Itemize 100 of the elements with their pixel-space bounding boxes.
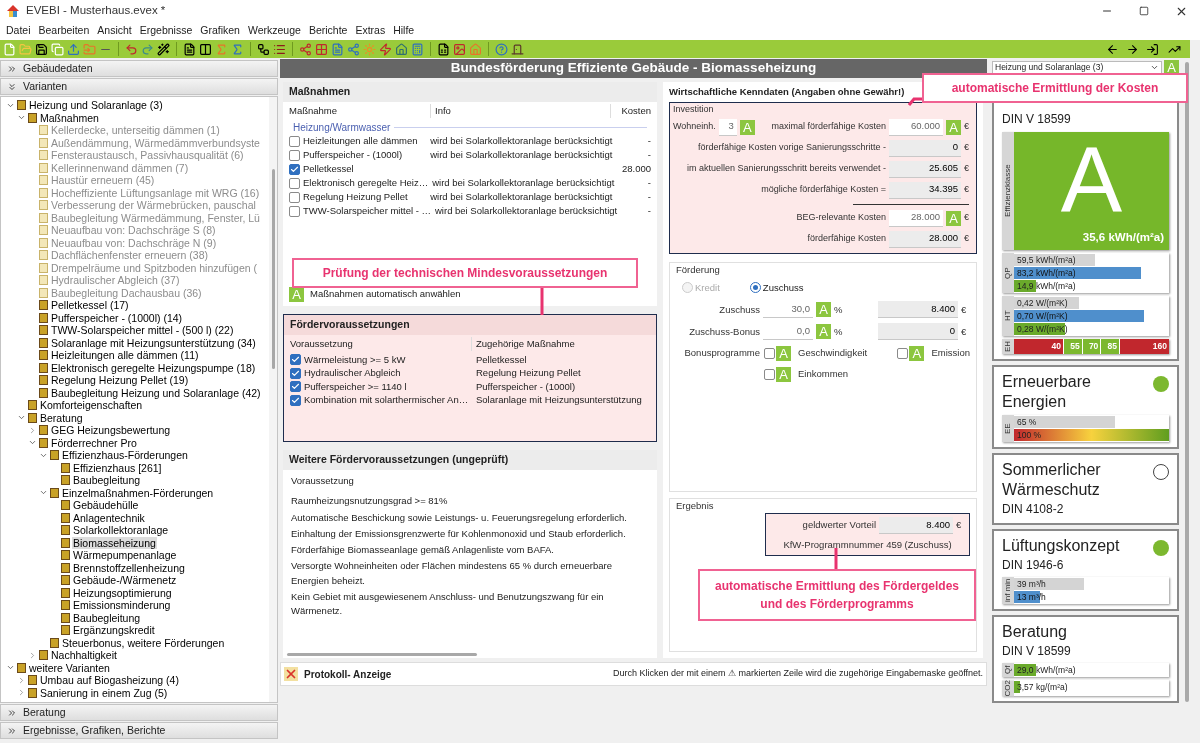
calculator-icon[interactable] xyxy=(411,42,424,56)
sigma-icon[interactable] xyxy=(231,42,244,56)
value-field[interactable]: 8.400 xyxy=(878,301,958,319)
checkbox[interactable] xyxy=(289,191,300,203)
menu-item[interactable]: Extras xyxy=(351,23,390,39)
tree-item[interactable]: Umbau auf Biogasheizung (4) xyxy=(39,674,180,687)
wand-icon[interactable] xyxy=(157,42,170,56)
node-icon xyxy=(39,262,48,273)
share-icon[interactable] xyxy=(299,42,312,56)
tree-item[interactable]: Baubegleitung xyxy=(72,474,142,487)
menu-item[interactable]: Datei xyxy=(2,23,35,39)
value-field[interactable]: 60.000 xyxy=(889,118,943,136)
exit-icon[interactable] xyxy=(511,42,524,56)
value-field[interactable]: 0 xyxy=(889,139,961,157)
section-header[interactable]: Varianten xyxy=(0,78,278,95)
value-field[interactable]: 25.605 xyxy=(889,160,961,178)
tree-item[interactable]: Biomasseheizung xyxy=(72,536,157,549)
tree-item[interactable]: Förderrechner Pro xyxy=(50,436,138,449)
checkbox[interactable] xyxy=(289,149,300,161)
lightning-icon[interactable] xyxy=(379,42,392,56)
checkbox[interactable] xyxy=(290,367,301,379)
tree-item[interactable]: Komforteigenschaften xyxy=(39,399,144,412)
document-icon[interactable] xyxy=(183,42,196,56)
checkbox[interactable] xyxy=(897,347,909,359)
checkbox[interactable] xyxy=(290,394,301,406)
checkbox[interactable] xyxy=(289,205,300,217)
tree-item[interactable]: Baubegleitung Heizung und Solaranlage (42) xyxy=(50,386,262,399)
column-header: Voraussetzung xyxy=(291,474,355,488)
checkbox[interactable] xyxy=(764,347,775,359)
maximize-icon[interactable] xyxy=(1139,6,1149,16)
tree-item[interactable]: Regelung Heizung Pellet (19) xyxy=(50,374,190,387)
scrollbar[interactable] xyxy=(287,652,477,656)
help-icon[interactable] xyxy=(495,42,508,56)
scrollbar[interactable] xyxy=(269,97,277,702)
tree-item[interactable]: Brennstoffzellenheizung xyxy=(72,561,186,574)
tree-item[interactable]: Heizungsoptimierung xyxy=(72,586,173,599)
tree-item[interactable]: Pelletkessel (17) xyxy=(50,299,130,312)
tree-item[interactable]: Ergänzungskredit xyxy=(72,624,156,637)
menu-item[interactable]: Ansicht xyxy=(93,23,136,39)
list-icon[interactable] xyxy=(273,42,286,56)
upload-icon[interactable] xyxy=(67,42,80,56)
tree-item[interactable]: Gebäudehülle xyxy=(72,499,140,512)
checkbox[interactable] xyxy=(290,381,301,393)
tree-item[interactable]: Solaranlage mit Heizungsunterstützung (34) xyxy=(50,336,257,349)
new-file-icon[interactable] xyxy=(3,42,16,56)
checkbox[interactable] xyxy=(290,354,301,366)
radio-button[interactable] xyxy=(749,282,761,294)
value-field[interactable]: 0 xyxy=(878,323,958,341)
tree-item[interactable]: Baubegleitung xyxy=(72,611,142,624)
house-icon[interactable] xyxy=(395,42,408,56)
section-header[interactable]: Beratung xyxy=(0,704,278,721)
diagram-icon[interactable] xyxy=(257,42,270,56)
value-field[interactable]: 28.000 xyxy=(889,230,961,248)
undo-icon[interactable] xyxy=(125,42,138,56)
tree-item[interactable]: Wärmepumpenanlage xyxy=(72,549,178,562)
tree-item[interactable]: Heizleitungen alle dämmen (11) xyxy=(50,349,200,362)
tree-item[interactable]: Maßnahmen xyxy=(39,111,100,124)
tree-item[interactable]: Effizienzhaus [261] xyxy=(72,461,163,474)
menu-item[interactable]: Berichte xyxy=(304,23,352,39)
tree-item[interactable]: Steuerbonus, weitere Förderungen xyxy=(61,636,226,649)
tree-item[interactable]: Einzelmaßnahmen-Förderungen xyxy=(61,486,215,499)
tree-item[interactable]: Elektronisch geregelte Heizungspumpe (18) xyxy=(50,361,257,374)
value-field[interactable]: 8.400 xyxy=(879,516,953,534)
save-icon[interactable] xyxy=(35,42,48,56)
menu-item[interactable]: Grafiken xyxy=(196,23,244,39)
tree-item[interactable]: Beratung xyxy=(39,411,84,424)
network-icon[interactable] xyxy=(347,42,360,56)
value-field[interactable]: 3 xyxy=(718,118,737,136)
tree-item[interactable]: Heizung und Solaranlage (3) xyxy=(28,99,164,112)
checkbox[interactable] xyxy=(289,135,300,147)
tree-item[interactable]: Gebäude-/Wärmenetz xyxy=(72,574,178,587)
variant-dropdown[interactable]: Heizung und Solaranlage (3) xyxy=(992,60,1162,75)
tree-item[interactable]: weitere Varianten xyxy=(28,661,111,674)
tree-item[interactable]: GEG Heizungsbewertung xyxy=(50,424,172,437)
field-label: geldwerter Vorteil xyxy=(802,518,876,533)
tree-item[interactable]: Emissionsminderung xyxy=(72,599,172,612)
section-header[interactable]: Ergebnisse, Grafiken, Berichte xyxy=(0,722,278,739)
tree-item[interactable]: Nachhaltigkeit xyxy=(50,649,118,662)
checkbox[interactable] xyxy=(289,163,300,175)
tree-item[interactable]: Solarkollektoranlage xyxy=(72,524,170,537)
tree-item[interactable]: Pufferspeicher - (1000l) (14) xyxy=(50,311,184,324)
value-field[interactable]: 28.000 xyxy=(889,209,943,227)
menu-item[interactable]: Ergebnisse xyxy=(135,23,197,39)
report-icon[interactable] xyxy=(437,42,450,56)
jump-icon[interactable] xyxy=(1146,42,1159,56)
tree-item[interactable]: Effizienzhaus-Förderungen xyxy=(61,449,189,462)
checkbox[interactable] xyxy=(289,177,300,189)
checkbox[interactable] xyxy=(764,368,775,380)
menu-item[interactable]: Bearbeiten xyxy=(34,23,94,39)
back-icon[interactable] xyxy=(1106,42,1119,56)
forward-icon[interactable] xyxy=(1126,42,1139,56)
tree-item[interactable]: TWW-Solarspeicher mittel - (500 l) (22) xyxy=(50,324,235,337)
section-header[interactable]: Gebäudedaten xyxy=(0,60,278,77)
menu-item[interactable]: Werkzeuge xyxy=(243,23,305,39)
columns-icon[interactable] xyxy=(199,42,212,56)
value-field[interactable]: 34.395 xyxy=(889,181,961,199)
tree-item[interactable]: Sanierung in einem Zug (5) xyxy=(39,686,169,699)
tree-item[interactable]: Anlagentechnik xyxy=(72,511,146,524)
grid-icon[interactable] xyxy=(315,42,328,56)
menu-item[interactable]: Hilfe xyxy=(389,23,419,39)
